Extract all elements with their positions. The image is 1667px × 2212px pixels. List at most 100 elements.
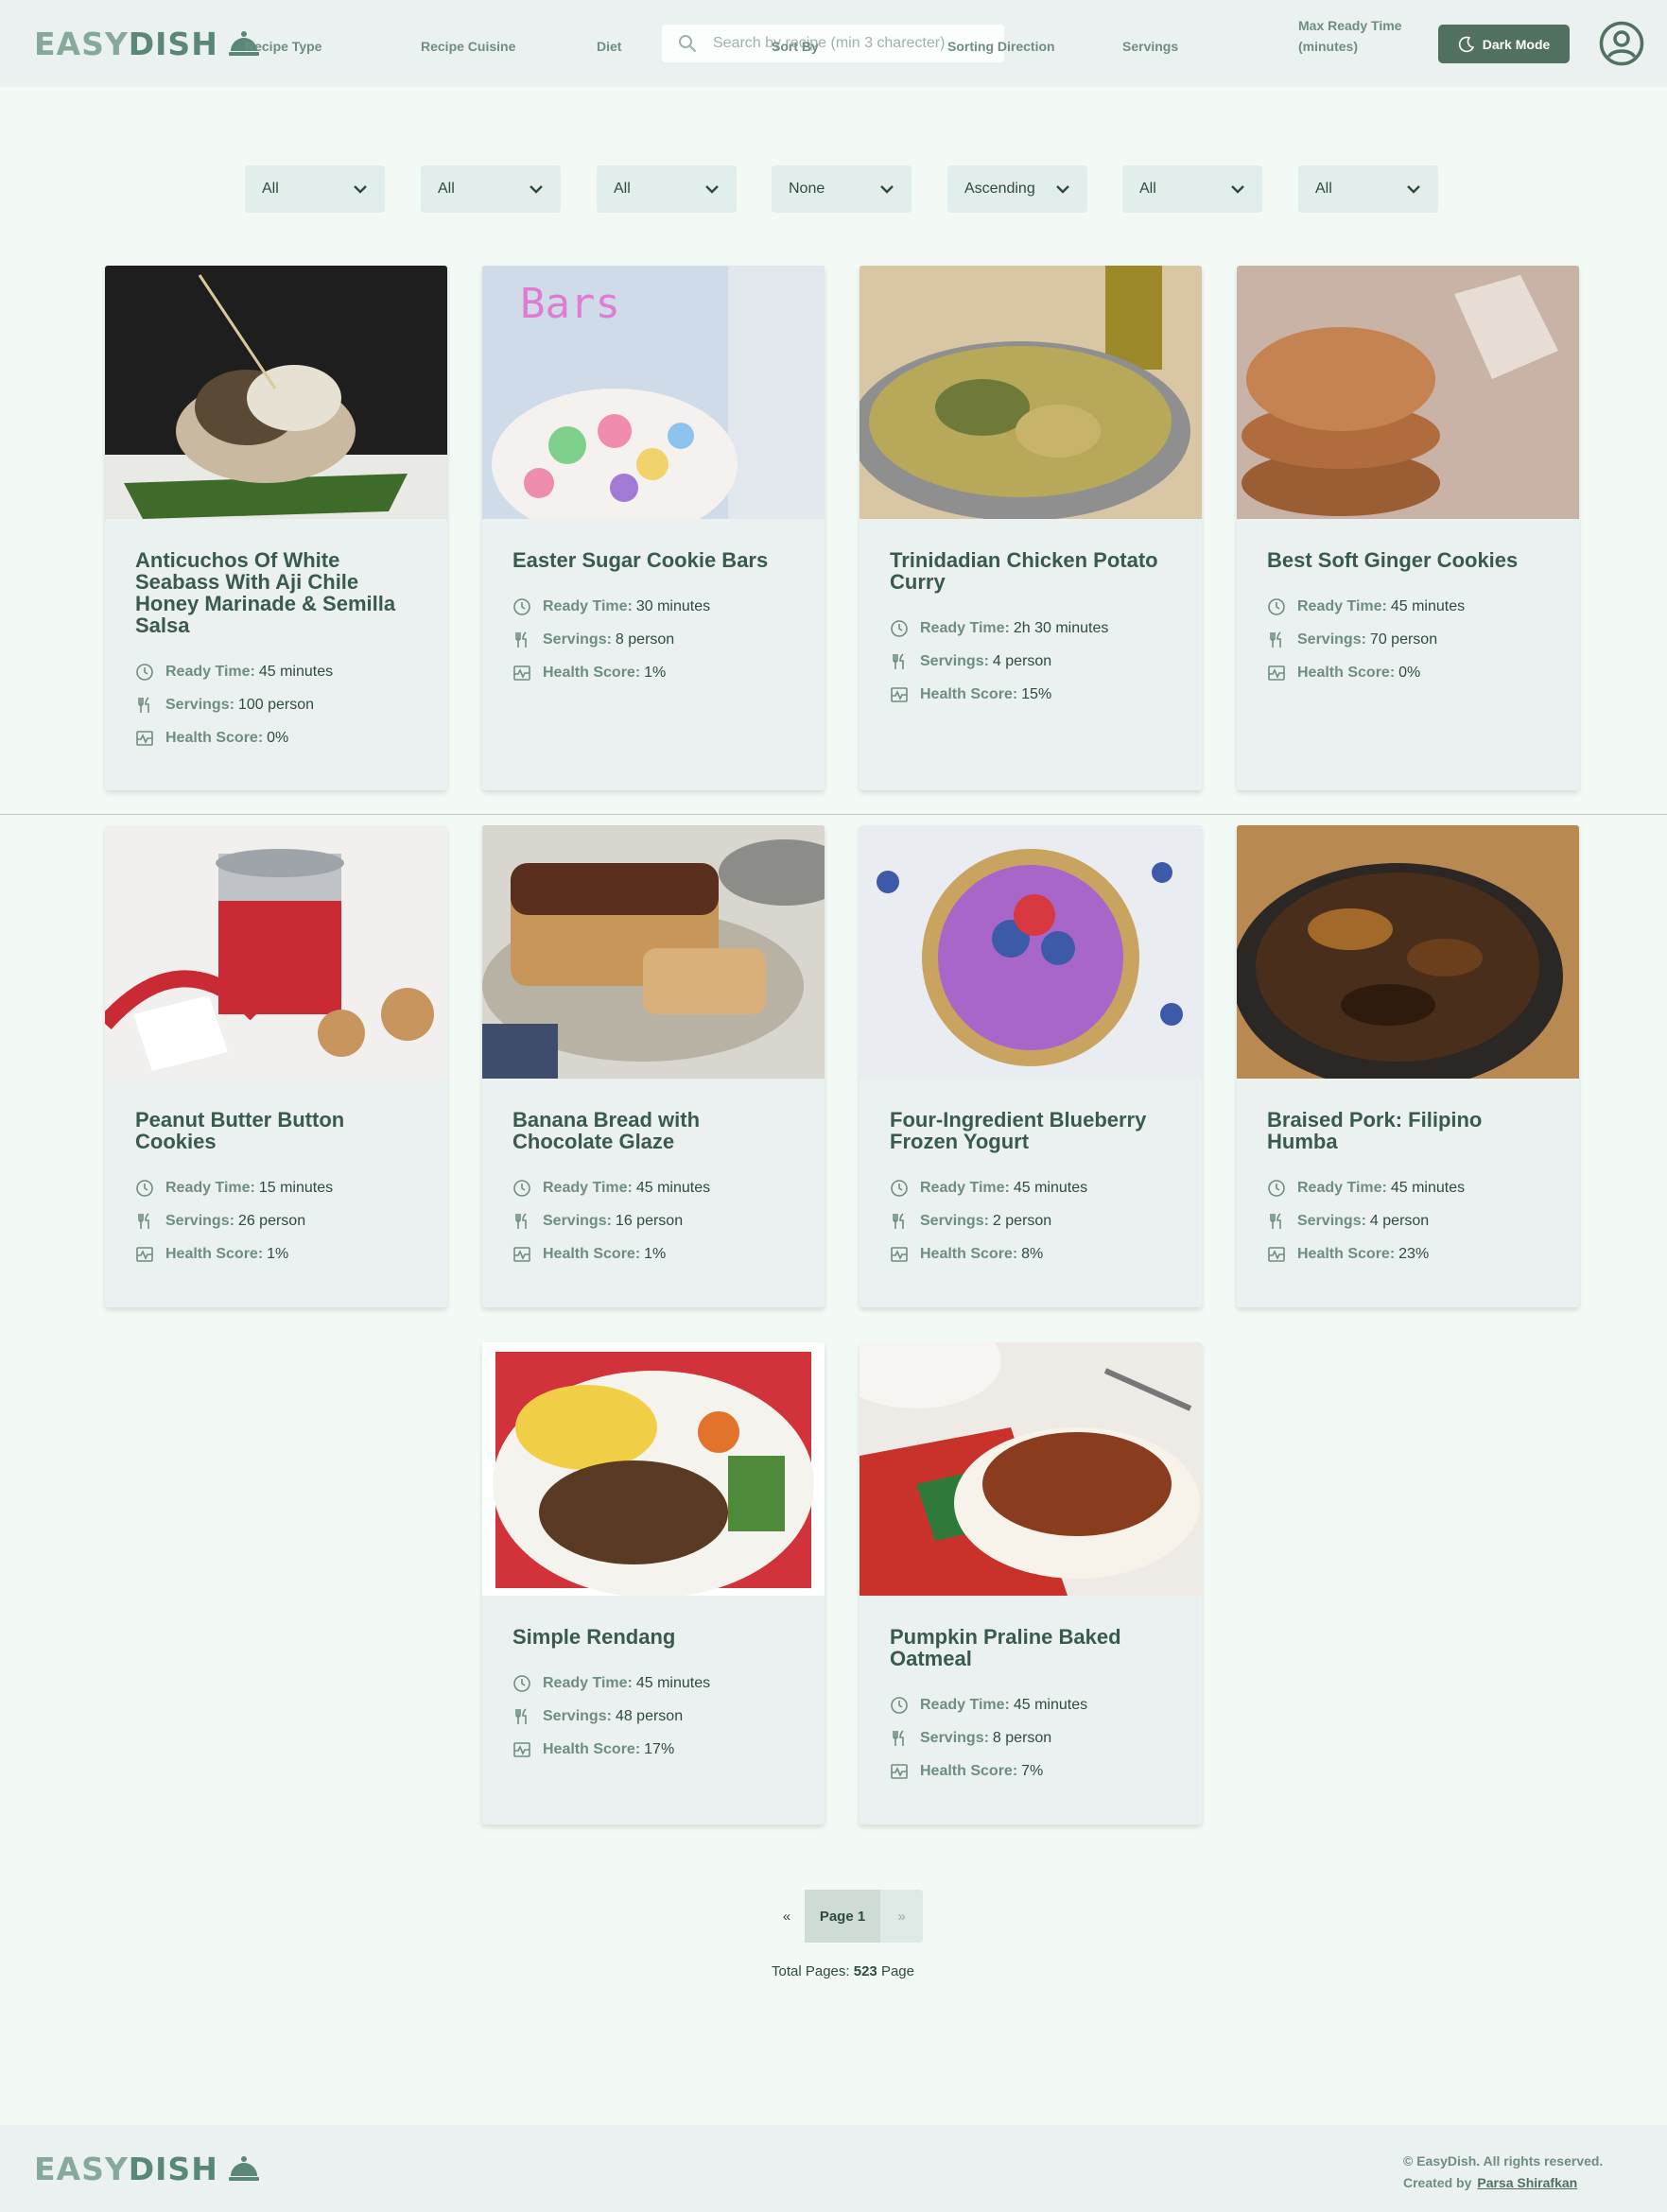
recipe-title[interactable]: Simple Rendang — [512, 1626, 794, 1648]
recipe-card[interactable]: Peanut Butter Button Cookies Ready Time:… — [105, 825, 447, 1307]
servings-label: Servings: — [1297, 631, 1366, 648]
utensils-icon — [515, 1707, 527, 1724]
dark-mode-button[interactable]: Dark Mode — [1438, 25, 1570, 63]
recipe-title[interactable]: Anticuchos Of White Seabass With Aji Chi… — [135, 549, 417, 636]
health-score-row: Health Score: 0% — [1267, 656, 1549, 689]
divider — [0, 814, 1667, 815]
utensils-icon — [515, 631, 527, 648]
chevron-down-icon — [1231, 185, 1244, 194]
recipe-image — [1237, 825, 1579, 1090]
ready-time-row: Ready Time: 45 minutes — [512, 1171, 794, 1204]
recipe-card[interactable]: Banana Bread with Chocolate Glaze Ready … — [482, 825, 825, 1307]
recipe-title[interactable]: Banana Bread with Chocolate Glaze — [512, 1109, 794, 1152]
servings-value: 8 person — [615, 631, 675, 648]
select-value: Ascending — [964, 181, 1035, 197]
filter-label: Diet — [597, 39, 622, 54]
total-pages: Total Pages: 523 Page — [772, 1963, 914, 1979]
recipe-image — [105, 825, 447, 1079]
ready-time-value: 45 minutes — [635, 1179, 711, 1196]
filter-label: Max Ready Time (minutes) — [1298, 18, 1402, 54]
copyright-text: © EasyDish. All rights reserved. — [1403, 2153, 1604, 2169]
clock-icon — [891, 619, 908, 637]
recipe-card[interactable]: Four-Ingredient Blueberry Frozen Yogurt … — [860, 825, 1202, 1307]
recipe-card[interactable]: Bars Easter Sugar Cookie Bars Ready Time… — [482, 266, 825, 790]
select-value: All — [438, 181, 455, 197]
select-recipe-cuisine[interactable]: All — [421, 165, 561, 213]
recipe-title[interactable]: Pumpkin Praline Baked Oatmeal — [890, 1626, 1172, 1669]
recipe-image — [482, 825, 825, 1079]
recipe-title[interactable]: Peanut Butter Button Cookies — [135, 1109, 417, 1152]
servings-row: Servings: 100 person — [135, 688, 417, 721]
recipe-meta: Ready Time: 45 minutes Servings: 8 person … — [890, 1688, 1172, 1788]
clock-icon — [891, 1696, 908, 1714]
ready-time-label: Ready Time: — [543, 1674, 633, 1691]
health-score-value: 1% — [267, 1245, 289, 1262]
footer-logo[interactable]: EASY DISH — [34, 2150, 260, 2187]
ready-time-row: Ready Time: 45 minutes — [1267, 1171, 1549, 1204]
health-score-icon — [513, 665, 530, 681]
servings-row: Servings: 4 person — [890, 645, 1172, 678]
recipe-title[interactable]: Trinidadian Chicken Potato Curry — [890, 549, 1172, 593]
recipe-title[interactable]: Best Soft Ginger Cookies — [1267, 549, 1549, 571]
servings-row: Servings: 2 person — [890, 1204, 1172, 1237]
select-sorting-direction[interactable]: Ascending — [947, 165, 1087, 213]
servings-label: Servings: — [920, 652, 989, 669]
select-value: None — [789, 181, 825, 197]
servings-value: 70 person — [1369, 631, 1438, 648]
total-pages-suffix: Page — [880, 1963, 914, 1979]
recipe-card[interactable]: Anticuchos Of White Seabass With Aji Chi… — [105, 266, 447, 790]
user-avatar-icon[interactable] — [1599, 21, 1644, 66]
select-diet[interactable]: All — [597, 165, 737, 213]
logo[interactable]: EASY DISH — [34, 25, 260, 62]
filter-label: Sort By — [772, 39, 819, 54]
clock-icon — [513, 597, 530, 615]
servings-label: Servings: — [543, 1212, 612, 1229]
health-score-row: Health Score: 8% — [890, 1237, 1172, 1270]
utensils-icon — [1270, 631, 1281, 648]
chevron-down-icon — [705, 185, 719, 194]
current-page-button[interactable]: Page 1 — [805, 1890, 880, 1943]
health-score-icon — [513, 1741, 530, 1757]
health-score-icon — [891, 1246, 908, 1262]
recipe-title[interactable]: Braised Pork: Filipino Humba — [1267, 1109, 1549, 1152]
recipe-title[interactable]: Easter Sugar Cookie Bars — [512, 549, 794, 571]
next-page-button[interactable]: » — [880, 1890, 923, 1943]
recipe-meta: Ready Time: 30 minutes Servings: 8 person … — [512, 590, 794, 689]
ready-time-row: Ready Time: 45 minutes — [135, 655, 417, 688]
health-score-value: 17% — [644, 1740, 675, 1757]
utensils-icon — [893, 1729, 904, 1746]
recipe-title[interactable]: Four-Ingredient Blueberry Frozen Yogurt — [890, 1109, 1172, 1152]
author-link[interactable]: Parsa Shirafkan — [1477, 2175, 1577, 2190]
servings-row: Servings: 48 person — [512, 1700, 794, 1733]
ready-time-label: Ready Time: — [920, 1179, 1010, 1196]
recipe-card[interactable]: Best Soft Ginger Cookies Ready Time: 45 m… — [1237, 266, 1579, 790]
select-sort-by[interactable]: None — [772, 165, 912, 213]
servings-row: Servings: 8 person — [512, 623, 794, 656]
health-score-row: Health Score: 1% — [512, 656, 794, 689]
recipe-card[interactable]: Trinidadian Chicken Potato Curry Ready T… — [860, 266, 1202, 790]
servings-row: Servings: 26 person — [135, 1204, 417, 1237]
ready-time-label: Ready Time: — [543, 1179, 633, 1196]
ready-time-value: 45 minutes — [1390, 597, 1466, 614]
prev-page-button[interactable]: « — [769, 1890, 805, 1943]
servings-value: 100 person — [237, 696, 314, 713]
ready-time-value: 45 minutes — [1013, 1696, 1088, 1713]
recipe-card[interactable]: Simple Rendang Ready Time: 45 minutes Ser… — [482, 1342, 825, 1824]
created-by-text: Created by — [1403, 2175, 1472, 2190]
health-score-value: 1% — [644, 1245, 667, 1262]
filter-label: Recipe Type — [245, 39, 322, 54]
clock-icon — [513, 1674, 530, 1692]
health-score-label: Health Score: — [165, 1245, 264, 1262]
recipe-card[interactable]: Braised Pork: Filipino Humba Ready Time:… — [1237, 825, 1579, 1307]
recipe-card[interactable]: Pumpkin Praline Baked Oatmeal Ready Time… — [860, 1342, 1202, 1824]
health-score-row: Health Score: 17% — [512, 1733, 794, 1766]
footer: EASY DISH © EasyDish. All rights reserved… — [0, 2125, 1667, 2212]
select-recipe-type[interactable]: All — [245, 165, 385, 213]
select-servings[interactable]: All — [1122, 165, 1262, 213]
moon-icon — [1458, 36, 1474, 52]
health-score-label: Health Score: — [920, 1245, 1018, 1262]
select-max-ready-time[interactable]: All — [1298, 165, 1438, 213]
health-score-label: Health Score: — [543, 1245, 641, 1262]
health-score-icon — [136, 730, 153, 746]
chevron-down-icon — [880, 185, 894, 194]
